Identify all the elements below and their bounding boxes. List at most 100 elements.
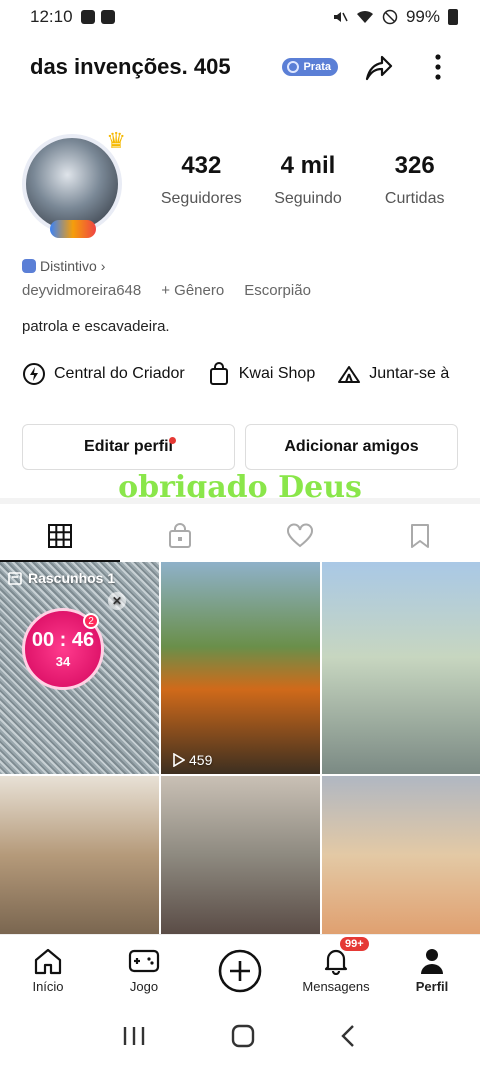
stat-label: Seguidores <box>160 190 242 207</box>
shield-icon <box>22 259 36 273</box>
drafts-header: Rascunhos 1 ✕ <box>8 570 126 610</box>
wifi-icon <box>356 10 373 23</box>
status-time: 12:10 <box>30 7 73 26</box>
gender-button[interactable]: + Gênero <box>161 282 224 299</box>
stat-followers[interactable]: 432 Seguidores <box>148 152 255 208</box>
bookmark-icon <box>411 524 429 548</box>
bell-icon <box>324 949 348 975</box>
nav-games[interactable]: Jogo <box>96 935 192 1006</box>
profile-stats: 432 Seguidores 4 mil Seguindo 326 Curtid… <box>148 152 468 208</box>
play-icon <box>173 753 185 767</box>
zodiac-sign: Escorpião <box>244 282 311 299</box>
drafts-icon <box>8 572 22 585</box>
tab-saved[interactable] <box>360 510 480 562</box>
play-count-value: 459 <box>189 752 213 768</box>
system-nav-bar <box>0 1006 480 1066</box>
recent-apps-button[interactable] <box>121 1025 147 1047</box>
person-icon <box>421 949 443 974</box>
stat-label: Seguindo <box>274 190 342 207</box>
dnd-icon <box>382 9 398 25</box>
section-divider <box>0 498 480 504</box>
profile-header: das invenções. 405 Prata <box>0 44 480 90</box>
mute-icon <box>333 12 348 22</box>
video-tile[interactable] <box>0 776 159 934</box>
grid-icon <box>48 524 72 548</box>
status-right: 99% <box>332 7 458 27</box>
shopping-bag-icon <box>209 362 228 385</box>
video-tile[interactable] <box>322 776 480 934</box>
coin-count: 34 <box>55 654 71 669</box>
messages-badge: 99+ <box>340 937 369 951</box>
home-button[interactable] <box>230 1023 256 1049</box>
quick-link-label: Juntar-se à <box>369 365 450 382</box>
profile-bio: patrola e escavadeira. <box>22 318 170 335</box>
timer-badge: 2 <box>83 613 99 629</box>
profile-meta: deyvidmoreira648 + Gênero Escorpião <box>22 282 311 299</box>
badge-icon <box>287 61 300 73</box>
level-badge-label: Prata <box>303 61 331 73</box>
quick-link-label: Kwai Shop <box>238 365 316 382</box>
lightning-icon <box>23 363 45 385</box>
avatar-frame-decoration <box>50 220 96 238</box>
join-link[interactable]: Juntar-se à <box>337 362 449 386</box>
nav-label: Mensagens <box>302 979 370 994</box>
reward-timer[interactable]: 00 : 46 34 2 <box>22 608 104 690</box>
nav-create[interactable] <box>192 935 288 1006</box>
share-button[interactable] <box>358 47 398 87</box>
nav-label: Perfil <box>415 979 449 994</box>
stat-label: Curtidas <box>384 190 445 207</box>
video-tile[interactable] <box>161 776 320 934</box>
nav-messages[interactable]: Mensagens 99+ <box>288 935 384 1006</box>
add-circle-icon <box>218 949 262 992</box>
stat-likes[interactable]: 326 Curtidas <box>361 152 468 208</box>
chevron-right-icon: › <box>100 258 106 274</box>
edit-profile-button[interactable]: Editar perfil <box>22 424 235 470</box>
level-badge[interactable]: Prata <box>282 58 338 76</box>
gamepad-icon <box>128 949 160 973</box>
notification-dot <box>169 437 176 444</box>
tab-posts[interactable] <box>0 510 120 562</box>
stat-value: 326 <box>394 152 435 179</box>
video-tile[interactable]: 459 <box>161 562 320 774</box>
play-count: 459 <box>171 752 212 768</box>
add-friends-button[interactable]: Adicionar amigos <box>245 424 458 470</box>
timer-value: 00 : 46 <box>31 629 95 651</box>
video-tile[interactable] <box>322 562 480 774</box>
distintivo-label: Distintivo <box>40 258 97 274</box>
content-tabs <box>0 510 480 562</box>
video-grid: Rascunhos 1 ✕ 00 : 46 34 2 459 <box>0 562 480 934</box>
profile-actions: Editar perfil Adicionar amigos <box>22 424 458 470</box>
avatar[interactable]: ♛ <box>18 128 128 240</box>
nav-label: Jogo <box>129 979 159 994</box>
close-drafts-button[interactable]: ✕ <box>108 592 126 610</box>
stat-following[interactable]: 4 mil Seguindo <box>255 152 362 208</box>
lock-bag-icon <box>169 523 191 548</box>
tent-icon <box>338 366 361 383</box>
creator-center-link[interactable]: Central do Criador <box>22 362 185 386</box>
battery-icon <box>448 9 458 25</box>
edit-profile-label: Editar perfil <box>84 438 173 455</box>
nav-home[interactable]: Início <box>0 935 96 1006</box>
stat-value: 4 mil <box>280 152 336 179</box>
drafts-tile[interactable]: Rascunhos 1 ✕ 00 : 46 34 2 <box>0 562 159 774</box>
nav-profile[interactable]: Perfil <box>384 935 480 1006</box>
stat-value: 432 <box>181 152 222 179</box>
status-app-icons <box>80 10 115 24</box>
more-options-button[interactable] <box>418 47 458 87</box>
tiktok-notification-icon <box>80 10 95 24</box>
back-button[interactable] <box>339 1024 359 1048</box>
share-icon <box>365 55 393 81</box>
more-vertical-icon <box>435 54 441 80</box>
profile-summary: ♛ 432 Seguidores 4 mil Seguindo 326 Curt… <box>0 124 480 244</box>
kwai-shop-link[interactable]: Kwai Shop <box>207 362 316 386</box>
tab-liked[interactable] <box>240 510 360 562</box>
nav-label: Início <box>32 979 64 994</box>
profile-handle: deyvidmoreira648 <box>22 282 142 299</box>
tab-private[interactable] <box>120 510 240 562</box>
home-icon <box>34 948 62 975</box>
quick-link-label: Central do Criador <box>54 365 185 382</box>
add-friends-label: Adicionar amigos <box>284 438 419 455</box>
profile-username: das invenções. 405 <box>30 54 231 79</box>
quick-links: Central do Criador Kwai Shop Juntar-se à <box>0 358 480 390</box>
distintivo-link[interactable]: Distintivo › <box>22 258 105 274</box>
